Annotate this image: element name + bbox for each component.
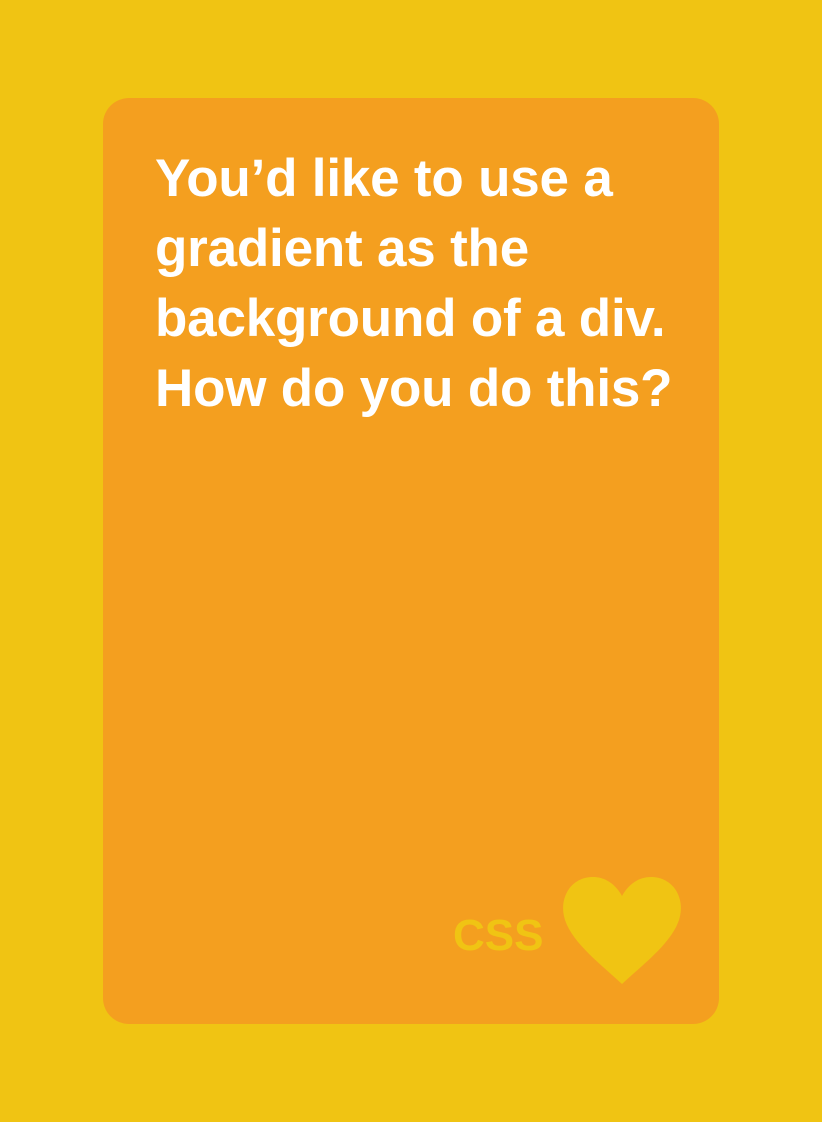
- card-brand: CSS: [453, 877, 693, 988]
- question-text: You’d like to use a gradient as the back…: [155, 149, 673, 418]
- question-card: You’d like to use a gradient as the back…: [103, 98, 719, 1024]
- heart-icon: [563, 877, 681, 984]
- topic-label: CSS: [453, 911, 544, 960]
